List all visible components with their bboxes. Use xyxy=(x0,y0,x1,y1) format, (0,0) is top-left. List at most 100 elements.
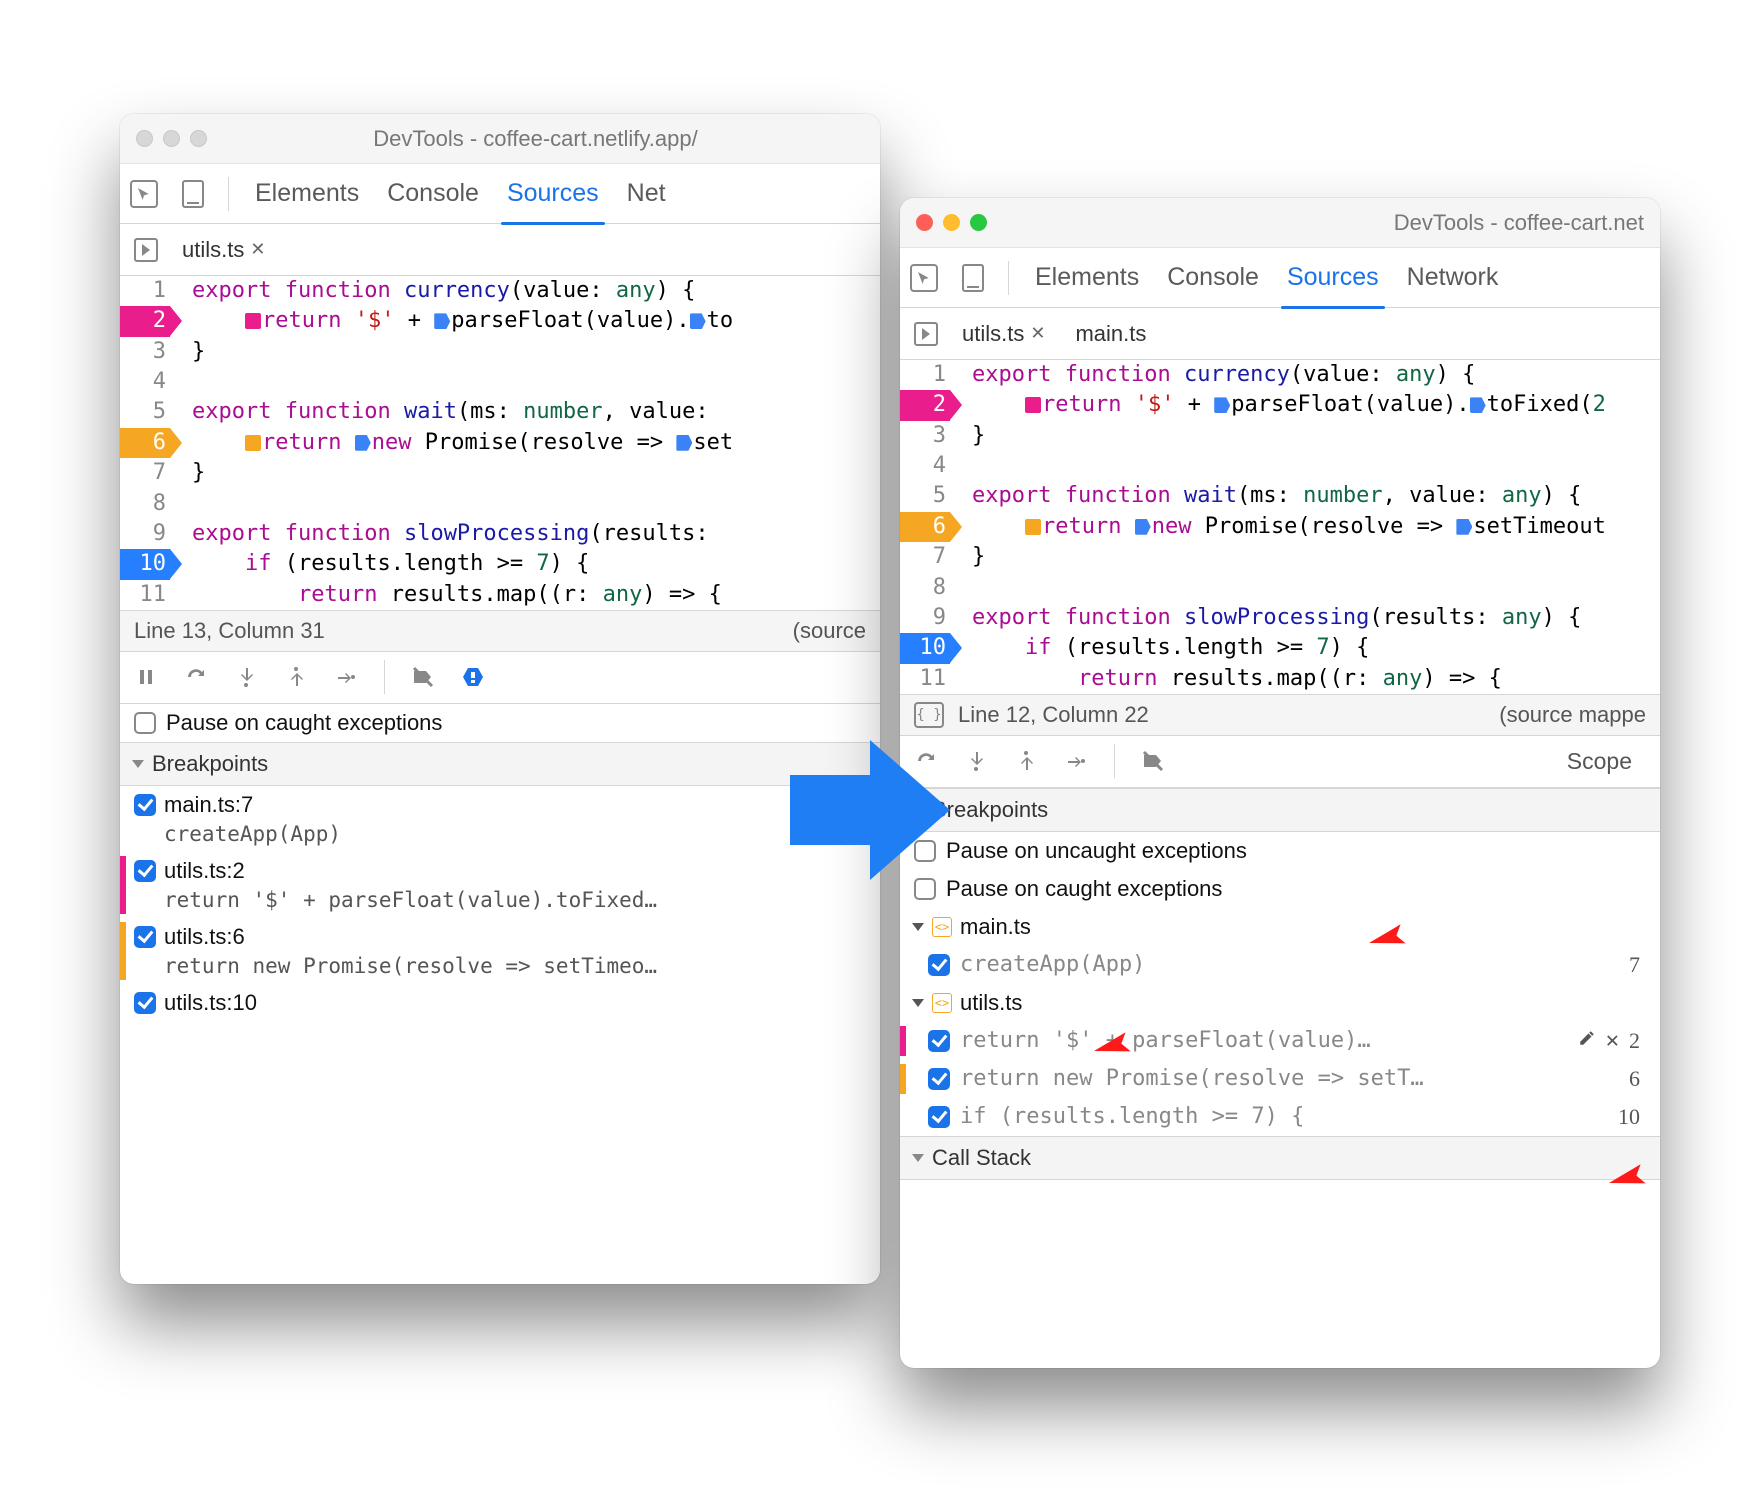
step-out-icon[interactable] xyxy=(284,665,308,689)
max-dot[interactable] xyxy=(190,130,207,147)
breakpoint-item[interactable]: utils.ts:10 xyxy=(120,984,880,1022)
pause-caught-label: Pause on caught exceptions xyxy=(166,710,442,736)
close-dot[interactable] xyxy=(916,214,933,231)
code-line[interactable]: 4 xyxy=(120,367,880,397)
pause-option[interactable]: Pause on uncaught exceptions xyxy=(900,832,1660,870)
breakpoint-item[interactable]: if (results.length >= 7) {10 xyxy=(900,1098,1660,1136)
checkbox[interactable] xyxy=(928,1068,950,1090)
line-number: 2 xyxy=(1629,1028,1650,1054)
checkbox[interactable] xyxy=(928,1030,950,1052)
code-line[interactable]: 1export function currency(value: any) { xyxy=(120,276,880,306)
breakpoint-item[interactable]: createApp(App)7 xyxy=(900,946,1660,984)
code-line[interactable]: 11 return results.map((r: any) => { xyxy=(120,580,880,610)
debugger-toolbar xyxy=(120,652,880,704)
breakpoint-item[interactable]: return new Promise(resolve => setT…6 xyxy=(900,1060,1660,1098)
deactivate-bp-icon[interactable] xyxy=(1141,749,1165,773)
tab-elements[interactable]: Elements xyxy=(253,179,361,208)
code-line[interactable]: 7} xyxy=(900,542,1660,572)
code-editor[interactable]: 1export function currency(value: any) {2… xyxy=(120,276,880,610)
max-dot[interactable] xyxy=(970,214,987,231)
navigator-toggle-icon[interactable] xyxy=(914,322,938,346)
sourcemap-label: (source mappe xyxy=(1499,702,1646,728)
code-line[interactable]: 8 xyxy=(120,489,880,519)
checkbox[interactable] xyxy=(928,1106,950,1128)
pretty-print-icon[interactable]: { } xyxy=(914,702,944,728)
deactivate-bp-icon[interactable] xyxy=(411,665,435,689)
code-line[interactable]: 6 return new Promise(resolve => setTimeo… xyxy=(900,512,1660,542)
breakpoints-header[interactable]: Breakpoints xyxy=(900,788,1660,832)
breakpoint-source: return new Promise(resolve => setTimeo… xyxy=(164,954,866,978)
checkbox[interactable] xyxy=(928,954,950,976)
code-line[interactable]: 9export function slowProcessing(results:… xyxy=(900,603,1660,633)
inspect-icon[interactable] xyxy=(130,180,158,208)
close-icon[interactable]: ✕ xyxy=(250,239,265,260)
code-line[interactable]: 3} xyxy=(120,337,880,367)
pause-option[interactable]: Pause on caught exceptions xyxy=(900,870,1660,908)
checkbox[interactable] xyxy=(134,794,156,816)
filetab-main[interactable]: main.ts xyxy=(1069,317,1152,351)
pause-exceptions-icon[interactable] xyxy=(461,665,485,689)
close-icon[interactable]: ✕ xyxy=(1030,323,1045,344)
code-line[interactable]: 10 if (results.length >= 7) { xyxy=(900,633,1660,663)
code-editor[interactable]: 1export function currency(value: any) {2… xyxy=(900,360,1660,694)
breakpoint-item[interactable]: return '$' + parseFloat(value)… ✕ 2 xyxy=(900,1022,1660,1060)
pause-icon[interactable] xyxy=(134,665,158,689)
breakpoint-item[interactable]: main.ts:7createApp(App) xyxy=(120,786,880,852)
traffic-lights[interactable] xyxy=(916,214,987,231)
checkbox[interactable] xyxy=(134,992,156,1014)
breakpoint-item[interactable]: utils.ts:2return '$' + parseFloat(value)… xyxy=(120,852,880,918)
remove-icon[interactable]: ✕ xyxy=(1606,1028,1619,1053)
code-line[interactable]: 9export function slowProcessing(results: xyxy=(120,519,880,549)
tab-sources[interactable]: Sources xyxy=(1285,263,1381,292)
min-dot[interactable] xyxy=(163,130,180,147)
checkbox[interactable] xyxy=(134,860,156,882)
breakpoints-header[interactable]: Breakpoints xyxy=(120,742,880,786)
filetab-utils[interactable]: utils.ts✕ xyxy=(176,233,271,267)
titlebar[interactable]: DevTools - coffee-cart.net xyxy=(900,198,1660,248)
checkbox[interactable] xyxy=(134,712,156,734)
breakpoint-group[interactable]: <>utils.ts xyxy=(900,984,1660,1022)
code-line[interactable]: 2 return '$' + parseFloat(value).toFixed… xyxy=(900,390,1660,420)
step-icon[interactable] xyxy=(334,665,358,689)
tab-scope[interactable]: Scope xyxy=(1553,748,1646,775)
step-into-icon[interactable] xyxy=(234,665,258,689)
tab-console[interactable]: Console xyxy=(385,179,481,208)
checkbox[interactable] xyxy=(134,926,156,948)
tab-elements[interactable]: Elements xyxy=(1033,263,1141,292)
traffic-lights[interactable] xyxy=(136,130,207,147)
code-line[interactable]: 5export function wait(ms: number, value:… xyxy=(900,481,1660,511)
min-dot[interactable] xyxy=(943,214,960,231)
filetab-utils[interactable]: utils.ts✕ xyxy=(956,317,1051,351)
code-line[interactable]: 7} xyxy=(120,458,880,488)
inspect-icon[interactable] xyxy=(910,264,938,292)
step-icon[interactable] xyxy=(1064,749,1088,773)
step-into-icon[interactable] xyxy=(964,749,988,773)
code-line[interactable]: 2 return '$' + parseFloat(value).to xyxy=(120,306,880,336)
breakpoint-item[interactable]: utils.ts:6return new Promise(resolve => … xyxy=(120,918,880,984)
close-dot[interactable] xyxy=(136,130,153,147)
breakpoint-source: createApp(App) xyxy=(164,822,866,846)
tab-network[interactable]: Net xyxy=(625,179,668,208)
step-over-icon[interactable] xyxy=(184,665,208,689)
device-icon[interactable] xyxy=(182,180,204,208)
code-line[interactable]: 11 return results.map((r: any) => { xyxy=(900,664,1660,694)
code-line[interactable]: 3} xyxy=(900,421,1660,451)
code-line[interactable]: 6 return new Promise(resolve => set xyxy=(120,428,880,458)
code-line[interactable]: 10 if (results.length >= 7) { xyxy=(120,549,880,579)
tab-console[interactable]: Console xyxy=(1165,263,1261,292)
titlebar[interactable]: DevTools - coffee-cart.netlify.app/ xyxy=(120,114,880,164)
tab-network[interactable]: Network xyxy=(1405,263,1501,292)
code-line[interactable]: 5export function wait(ms: number, value: xyxy=(120,397,880,427)
pause-caught-row[interactable]: Pause on caught exceptions xyxy=(120,704,880,742)
code-line[interactable]: 1export function currency(value: any) { xyxy=(900,360,1660,390)
breakpoint-group[interactable]: <>main.ts xyxy=(900,908,1660,946)
code-line[interactable]: 4 xyxy=(900,451,1660,481)
code-line[interactable]: 8 xyxy=(900,573,1660,603)
breakpoint-source: return '$' + parseFloat(value)… xyxy=(960,1028,1568,1053)
edit-icon[interactable] xyxy=(1578,1028,1596,1053)
navigator-toggle-icon[interactable] xyxy=(134,238,158,262)
step-out-icon[interactable] xyxy=(1014,749,1038,773)
callstack-header[interactable]: Call Stack xyxy=(900,1136,1660,1180)
device-icon[interactable] xyxy=(962,264,984,292)
tab-sources[interactable]: Sources xyxy=(505,179,601,208)
